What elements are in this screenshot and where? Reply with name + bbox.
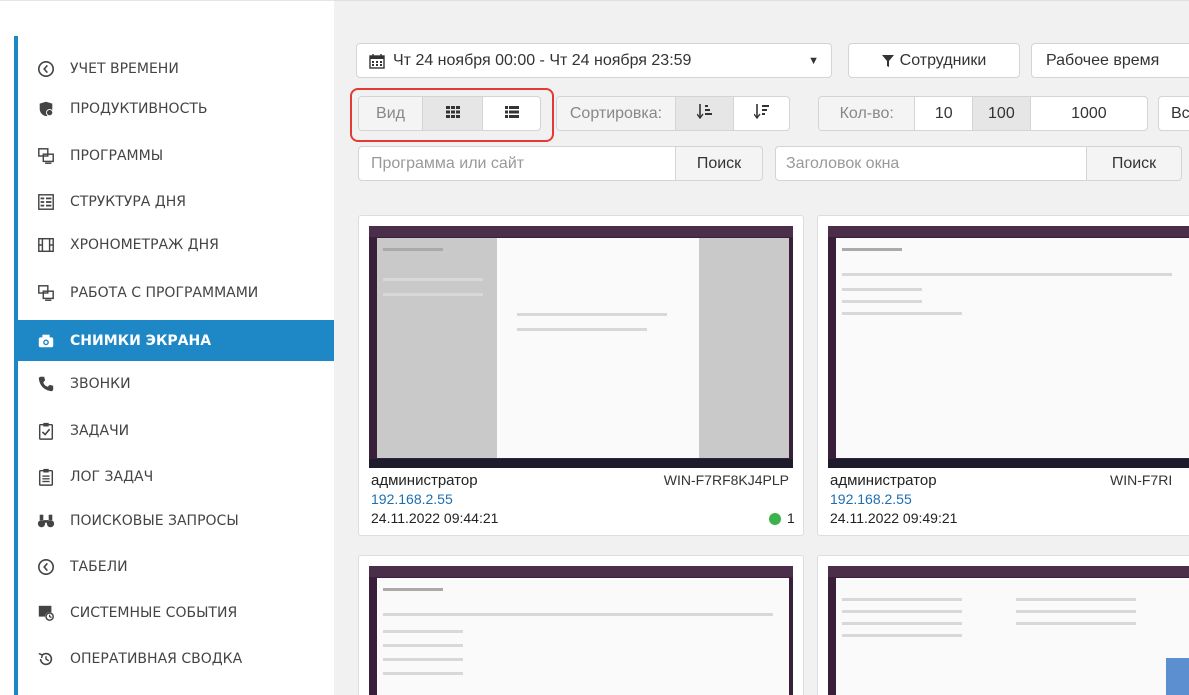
sidebar: УЧЕТ ВРЕМЕНИ ПРОДУКТИВНОСТЬ ПРОГРАММЫ СТ… [0,0,334,695]
sidebar-item-label: ТАБЕЛИ [70,559,128,575]
date-range-label: Чт 24 ноября 00:00 - Чт 24 ноября 23:59 [393,51,692,69]
main-content: Чт 24 ноября 00:00 - Чт 24 ноября 23:59 … [334,0,1189,695]
sidebar-item-task-log[interactable]: ЛОГ ЗАДАЧ [18,459,334,495]
sidebar-item-operational-summary[interactable]: ОПЕРАТИВНАЯ СВОДКА [18,641,334,677]
screenshot-card[interactable]: администратор WIN-F7RF8KJ4PLP 192.168.2.… [358,215,804,536]
window-title-search-button[interactable]: Поиск [1086,146,1182,181]
count-all-button[interactable]: Вс [1158,96,1189,131]
clipboard-list-icon [36,467,56,487]
day-structure-icon [36,192,56,212]
sort-descending-button[interactable] [733,97,789,130]
grid-view-button[interactable] [422,97,482,130]
screenshot-thumbnail[interactable] [828,226,1189,468]
sidebar-item-timesheets[interactable]: ТАБЕЛИ [18,549,334,585]
sort-group: Сортировка: [556,96,790,131]
employees-filter-button[interactable]: Сотрудники [848,43,1020,78]
sort-label: Сортировка: [557,97,675,130]
sidebar-item-label: ЛОГ ЗАДАЧ [70,469,154,485]
screenshot-card[interactable] [817,555,1189,695]
count-all-label: Вс [1171,104,1189,122]
sidebar-item-tasks[interactable]: ЗАДАЧИ [18,413,334,449]
sidebar-item-label: ПОИСКОВЫЕ ЗАПРОСЫ [70,513,239,529]
employees-label: Сотрудники [899,51,987,69]
screenshot-card[interactable]: администратор WIN-F7RI 192.168.2.55 24.1… [817,215,1189,536]
count-label: Кол-во: [819,97,915,130]
screenshot-thumbnail[interactable] [369,566,793,695]
sidebar-item-time-tracking[interactable]: УЧЕТ ВРЕМЕНИ [18,51,334,87]
screenshot-host: WIN-F7RF8KJ4PLP [663,472,789,488]
sidebar-item-day-structure[interactable]: СТРУКТУРА ДНЯ [18,184,334,220]
count-option-10[interactable]: 10 [914,97,972,130]
list-view-button[interactable] [482,97,540,130]
sidebar-item-label: ХРОНОМЕТРАЖ ДНЯ [70,237,219,253]
clipboard-check-icon [36,421,56,441]
grid-icon [445,105,460,123]
sidebar-item-label: СНИМКИ ЭКРАНА [70,332,212,349]
count-option-1000[interactable]: 1000 [1029,97,1147,130]
sidebar-item-label: ПРОГРАММЫ [70,148,164,164]
sidebar-item-search-queries[interactable]: ПОИСКОВЫЕ ЗАПРОСЫ [18,503,334,539]
sidebar-item-label: ЗВОНКИ [70,376,131,392]
history-icon [36,649,56,669]
screenshot-ip[interactable]: 192.168.2.55 [830,491,912,507]
screenshot-host: WIN-F7RI [1110,472,1173,488]
view-toggle-group: Вид [358,96,541,131]
worktime-label: Рабочее время [1046,51,1160,69]
monitor-icon [36,146,56,166]
camera-icon [36,331,56,351]
sort-ascending-button[interactable] [675,97,733,130]
sidebar-item-day-timing[interactable]: ХРОНОМЕТРАЖ ДНЯ [18,227,334,263]
monitor-icon [36,283,56,303]
sidebar-item-label: РАБОТА С ПРОГРАММАМИ [70,285,259,301]
sidebar-item-label: ЗАДАЧИ [70,423,130,439]
window-title-search-input[interactable]: Заголовок окна [775,146,1087,181]
sort-ascending-icon [695,103,713,124]
productivity-icon [36,99,56,119]
screenshot-ip[interactable]: 192.168.2.55 [371,491,453,507]
program-search-placeholder: Программа или сайт [371,154,525,172]
window-title-placeholder: Заголовок окна [786,154,900,172]
sidebar-item-program-work[interactable]: РАБОТА С ПРОГРАММАМИ [18,275,334,311]
filter-icon [881,54,894,67]
screenshot-user: администратор [371,472,478,489]
caret-down-icon: ▼ [808,54,819,67]
count-option-100[interactable]: 100 [972,97,1030,130]
screenshot-datetime: 24.11.2022 09:44:21 [371,510,499,526]
window-title-search-button-label: Поиск [1111,154,1157,172]
program-search-button[interactable]: Поиск [675,146,763,181]
sidebar-item-label: ОПЕРАТИВНАЯ СВОДКА [70,651,243,667]
screenshot-thumbnail[interactable] [369,226,793,468]
sidebar-item-system-events[interactable]: СИСТЕМНЫЕ СОБЫТИЯ [18,595,334,631]
count-group: Кол-во: 10 100 1000 [818,96,1148,131]
clock-icon [36,59,56,79]
film-icon [36,235,56,255]
screenshot-card[interactable] [358,555,804,695]
program-search-button-label: Поиск [696,154,742,172]
system-events-icon [36,603,56,623]
status-dot [769,513,781,525]
program-search-input[interactable]: Программа или сайт [358,146,676,181]
screenshot-datetime: 24.11.2022 09:49:21 [830,510,958,526]
sidebar-item-productivity[interactable]: ПРОДУКТИВНОСТЬ [18,91,334,127]
sidebar-item-label: СТРУКТУРА ДНЯ [70,194,186,210]
worktime-button[interactable]: Рабочее время [1031,43,1189,78]
binoculars-icon [36,511,56,531]
screenshot-count: 1 [787,510,795,526]
screenshot-thumbnail[interactable] [828,566,1189,695]
list-icon [504,105,519,123]
sidebar-item-calls[interactable]: ЗВОНКИ [18,366,334,402]
sidebar-item-label: УЧЕТ ВРЕМЕНИ [70,61,179,77]
sidebar-item-screenshots[interactable]: СНИМКИ ЭКРАНА [14,320,334,361]
screenshot-user: администратор [830,472,937,489]
calendar-icon [369,53,385,69]
sort-descending-icon [752,103,770,124]
view-label: Вид [359,97,422,130]
sidebar-item-programs[interactable]: ПРОГРАММЫ [18,138,334,174]
sidebar-item-label: ПРОДУКТИВНОСТЬ [70,101,208,117]
clock-icon [36,557,56,577]
date-range-dropdown[interactable]: Чт 24 ноября 00:00 - Чт 24 ноября 23:59 … [356,43,832,78]
sidebar-item-label: СИСТЕМНЫЕ СОБЫТИЯ [70,605,238,621]
phone-icon [36,374,56,394]
